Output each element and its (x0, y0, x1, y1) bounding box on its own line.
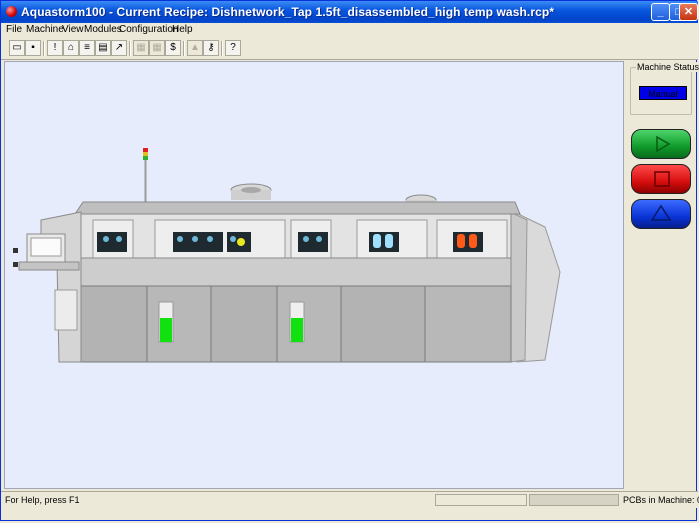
menu-file[interactable]: File (6, 24, 22, 35)
grid-disabled-icon[interactable]: ▦ (133, 40, 149, 56)
eject-triangle-icon (650, 204, 672, 221)
status-pane-2 (529, 494, 619, 506)
document-icon[interactable]: ▤ (95, 40, 111, 56)
help-pointer-icon[interactable]: ? (225, 40, 241, 56)
money-bag-icon[interactable]: $ (165, 40, 181, 56)
menu-modules[interactable]: Modules (84, 24, 122, 35)
machine-icon[interactable]: ⌂ (63, 40, 79, 56)
window-title: Aquastorm100 - Current Recipe: Dishnetwo… (21, 5, 555, 19)
menu-configuration[interactable]: Configuration (119, 24, 178, 35)
app-icon[interactable] (6, 6, 17, 17)
list-icon[interactable]: ≡ (79, 40, 95, 56)
title-bar[interactable]: Aquastorm100 - Current Recipe: Dishnetwo… (1, 1, 698, 23)
close-button[interactable]: ✕ (679, 3, 698, 21)
stop-icon (654, 171, 670, 187)
menu-help[interactable]: Help (172, 24, 193, 35)
status-help-text: For Help, press F1 (5, 495, 80, 505)
machine-status-value: Manual (639, 86, 687, 100)
lock-disabled-icon[interactable]: ▲ (187, 40, 203, 56)
entrance-station (13, 211, 82, 363)
menu-machine[interactable]: Machine (26, 24, 64, 35)
stop-button[interactable] (631, 164, 691, 194)
status-pane-1 (435, 494, 527, 506)
open-folder-icon[interactable]: ▭ (9, 40, 25, 56)
app-window: Aquastorm100 - Current Recipe: Dishnetwo… (0, 0, 699, 521)
status-bar: For Help, press F1 PCBs in Machine: 0 (1, 491, 699, 508)
toolbar: ▭ ▪ ! ⌂ ≡ ▤ ↗ ▦ ▦ $ ▲ ⚷ ? (1, 38, 698, 60)
play-icon (656, 135, 671, 153)
machine-view[interactable] (4, 61, 624, 489)
start-button[interactable] (631, 129, 691, 159)
info-icon[interactable]: ! (47, 40, 63, 56)
side-panel: Machine Status Manual (627, 61, 699, 489)
menu-view[interactable]: View (62, 24, 84, 35)
signal-tower-icon (143, 148, 148, 202)
module-windows (92, 219, 508, 259)
grid2-disabled-icon[interactable]: ▦ (149, 40, 165, 56)
pcbs-in-machine: PCBs in Machine: 0 (623, 495, 699, 505)
machine-status-label: Machine Status (636, 62, 699, 72)
menu-bar: File Machine View Modules Configuration … (1, 23, 698, 38)
minimize-button[interactable]: _ (651, 3, 670, 21)
machine-status-group: Machine Status Manual (630, 62, 699, 115)
key-icon[interactable]: ⚷ (203, 40, 219, 56)
save-icon[interactable]: ▪ (25, 40, 41, 56)
machine-illustration (13, 148, 561, 363)
abort-button[interactable] (631, 199, 691, 229)
chart-icon[interactable]: ↗ (111, 40, 127, 56)
